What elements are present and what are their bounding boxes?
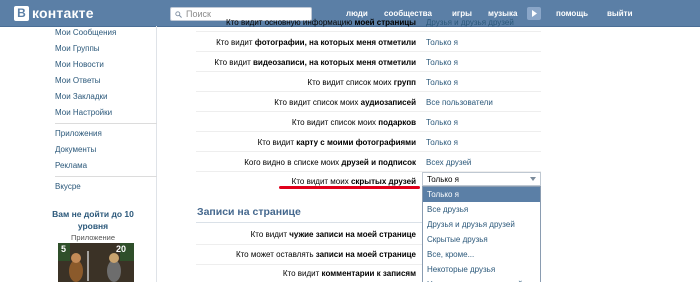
row-separator (196, 131, 541, 132)
ad-image[interactable]: 5 20 (58, 243, 134, 282)
dropdown-option[interactable]: Все, кроме... (423, 247, 540, 262)
sidebar-item-bookmarks[interactable]: Мои Закладки (55, 92, 108, 101)
dropdown-option[interactable]: Некоторые списки друзей (423, 277, 540, 282)
privacy-row-value[interactable]: Всех друзей (426, 158, 471, 167)
privacy-row-label: Кто видит список моих групп (307, 78, 416, 87)
row-separator (196, 151, 541, 152)
nav-music[interactable]: музыка (488, 9, 517, 18)
privacy-row-value[interactable]: Только я (426, 38, 458, 47)
dropdown-option[interactable]: Друзья и друзья друзей (423, 217, 540, 232)
row-label-text: Кто видит (282, 269, 322, 278)
dropdown-option[interactable]: Скрытые друзья (423, 232, 540, 247)
privacy-row-value[interactable]: Все пользователи (426, 98, 493, 107)
sidebar-item-documents[interactable]: Документы (55, 145, 96, 154)
privacy-row-value[interactable]: Только я (426, 138, 458, 147)
section-title-wall-posts: Записи на странице (197, 206, 301, 218)
nav-games[interactable]: игры (452, 9, 472, 18)
vk-logo[interactable]: В контакте (14, 5, 94, 21)
dropdown-option[interactable]: Некоторые друзья (423, 262, 540, 277)
wall-row-label: Кто может оставлять записи на моей стран… (236, 250, 416, 259)
row-label-text: Кого видно в списке моих (244, 158, 342, 167)
privacy-dropdown-list: Только я Все друзья Друзья и друзья друзей… (422, 186, 541, 282)
row-label-bold: чужие записи на моей странице (289, 230, 416, 239)
search-icon (175, 10, 182, 18)
row-label-text: Кто видит основную информацию (226, 18, 355, 27)
sidebar-item-apps[interactable]: Приложения (55, 129, 102, 138)
row-label-bold: комментарии к записям (321, 269, 416, 278)
row-separator (196, 111, 541, 112)
row-label-text: Кто видит список моих (291, 118, 379, 127)
chevron-down-icon (530, 177, 536, 181)
row-label-text: Кто видит (214, 58, 253, 67)
ad-level-right: 20 (116, 244, 127, 254)
privacy-row-label: Кто видит список моих аудиозаписей (274, 98, 416, 107)
wall-row-label: Кто видит комментарии к записям (283, 269, 416, 278)
row-label-bold: скрытых друзей (350, 177, 416, 186)
privacy-row-label: Кто видит моих скрытых друзей (292, 177, 416, 186)
sidebar-divider (156, 26, 157, 282)
privacy-row-value[interactable]: Только я (426, 118, 458, 127)
ad-level-left: 5 (61, 244, 67, 254)
sidebar-item-messages[interactable]: Мои Сообщения (55, 28, 116, 37)
privacy-row-label: Кто видит видеозаписи, на которых меня о… (214, 58, 416, 67)
row-label-text: Кто видит (216, 38, 255, 47)
row-label-bold: видеозаписи, на которых меня отметили (253, 58, 416, 67)
privacy-row-value[interactable]: Только я (426, 78, 458, 87)
row-separator (196, 71, 541, 72)
privacy-row-label: Кого видно в списке моих друзей и подпис… (244, 158, 416, 167)
sidebar-separator (55, 176, 157, 177)
privacy-row-label: Кто видит фотографии, на которых меня от… (216, 38, 416, 47)
sidebar-item-groups[interactable]: Мои Группы (55, 44, 100, 53)
row-separator (196, 51, 541, 52)
privacy-row-value[interactable]: Только я (426, 58, 458, 67)
row-label-text: Кто может оставлять (235, 250, 316, 259)
nav-communities[interactable]: сообщества (384, 9, 432, 18)
nav-people[interactable]: люди (346, 9, 368, 18)
row-label-bold: карту с моими фотографиями (296, 138, 416, 147)
dropdown-option[interactable]: Только я (423, 187, 540, 202)
row-label-bold: фотографии, на которых меня отметили (254, 38, 416, 47)
row-separator (196, 31, 541, 32)
hidden-friends-select[interactable]: Только я (422, 172, 541, 186)
row-label-text: Кто видит список моих (274, 98, 361, 107)
row-separator (196, 91, 541, 92)
sidebar-item-news[interactable]: Мои Новости (55, 60, 104, 69)
privacy-row-value[interactable]: Друзья и друзья друзей (426, 18, 514, 27)
row-label-text: Кто видит список моих (307, 78, 394, 87)
row-label-text: Кто видит (257, 138, 297, 147)
wall-row-label: Кто видит чужие записи на моей странице (251, 230, 416, 239)
row-label-bold: записи на моей странице (315, 250, 416, 259)
sidebar-item-ads[interactable]: Реклама (55, 161, 87, 170)
search-placeholder: Поиск (186, 9, 211, 19)
row-label-text: Кто видит моих (291, 177, 351, 186)
row-label-bold: групп (393, 78, 416, 87)
row-label-bold: моей страницы (354, 18, 417, 27)
row-label-bold: аудиозаписей (360, 98, 416, 107)
sidebar-item-settings[interactable]: Мои Настройки (55, 108, 112, 117)
row-label-bold: подарков (378, 118, 416, 127)
red-underline-highlight (279, 186, 420, 189)
select-value: Только я (427, 174, 459, 184)
nav-logout[interactable]: выйти (607, 9, 633, 18)
logo-text: контакте (32, 5, 94, 21)
ad-subtitle: Приложение (71, 233, 115, 242)
sidebar-item-vkusre[interactable]: Вкусре (55, 182, 81, 191)
privacy-row-label: Кто видит карту с моими фотографиями (258, 138, 416, 147)
privacy-row-label: Кто видит список моих подарков (292, 118, 416, 127)
sidebar-item-answers[interactable]: Мои Ответы (55, 76, 101, 85)
privacy-row-label: Кто видит основную информацию моей стран… (226, 18, 416, 27)
dropdown-option[interactable]: Все друзья (423, 202, 540, 217)
nav-help[interactable]: помощь (556, 9, 588, 18)
play-button[interactable] (527, 7, 541, 20)
ad-title[interactable]: Вам не дойти до 10 уровня (50, 208, 136, 232)
row-label-bold: друзей и подписок (341, 158, 416, 167)
play-icon (532, 10, 537, 17)
row-label-text: Кто видит (250, 230, 290, 239)
sidebar-separator (55, 123, 157, 124)
logo-letter: В (14, 5, 29, 21)
